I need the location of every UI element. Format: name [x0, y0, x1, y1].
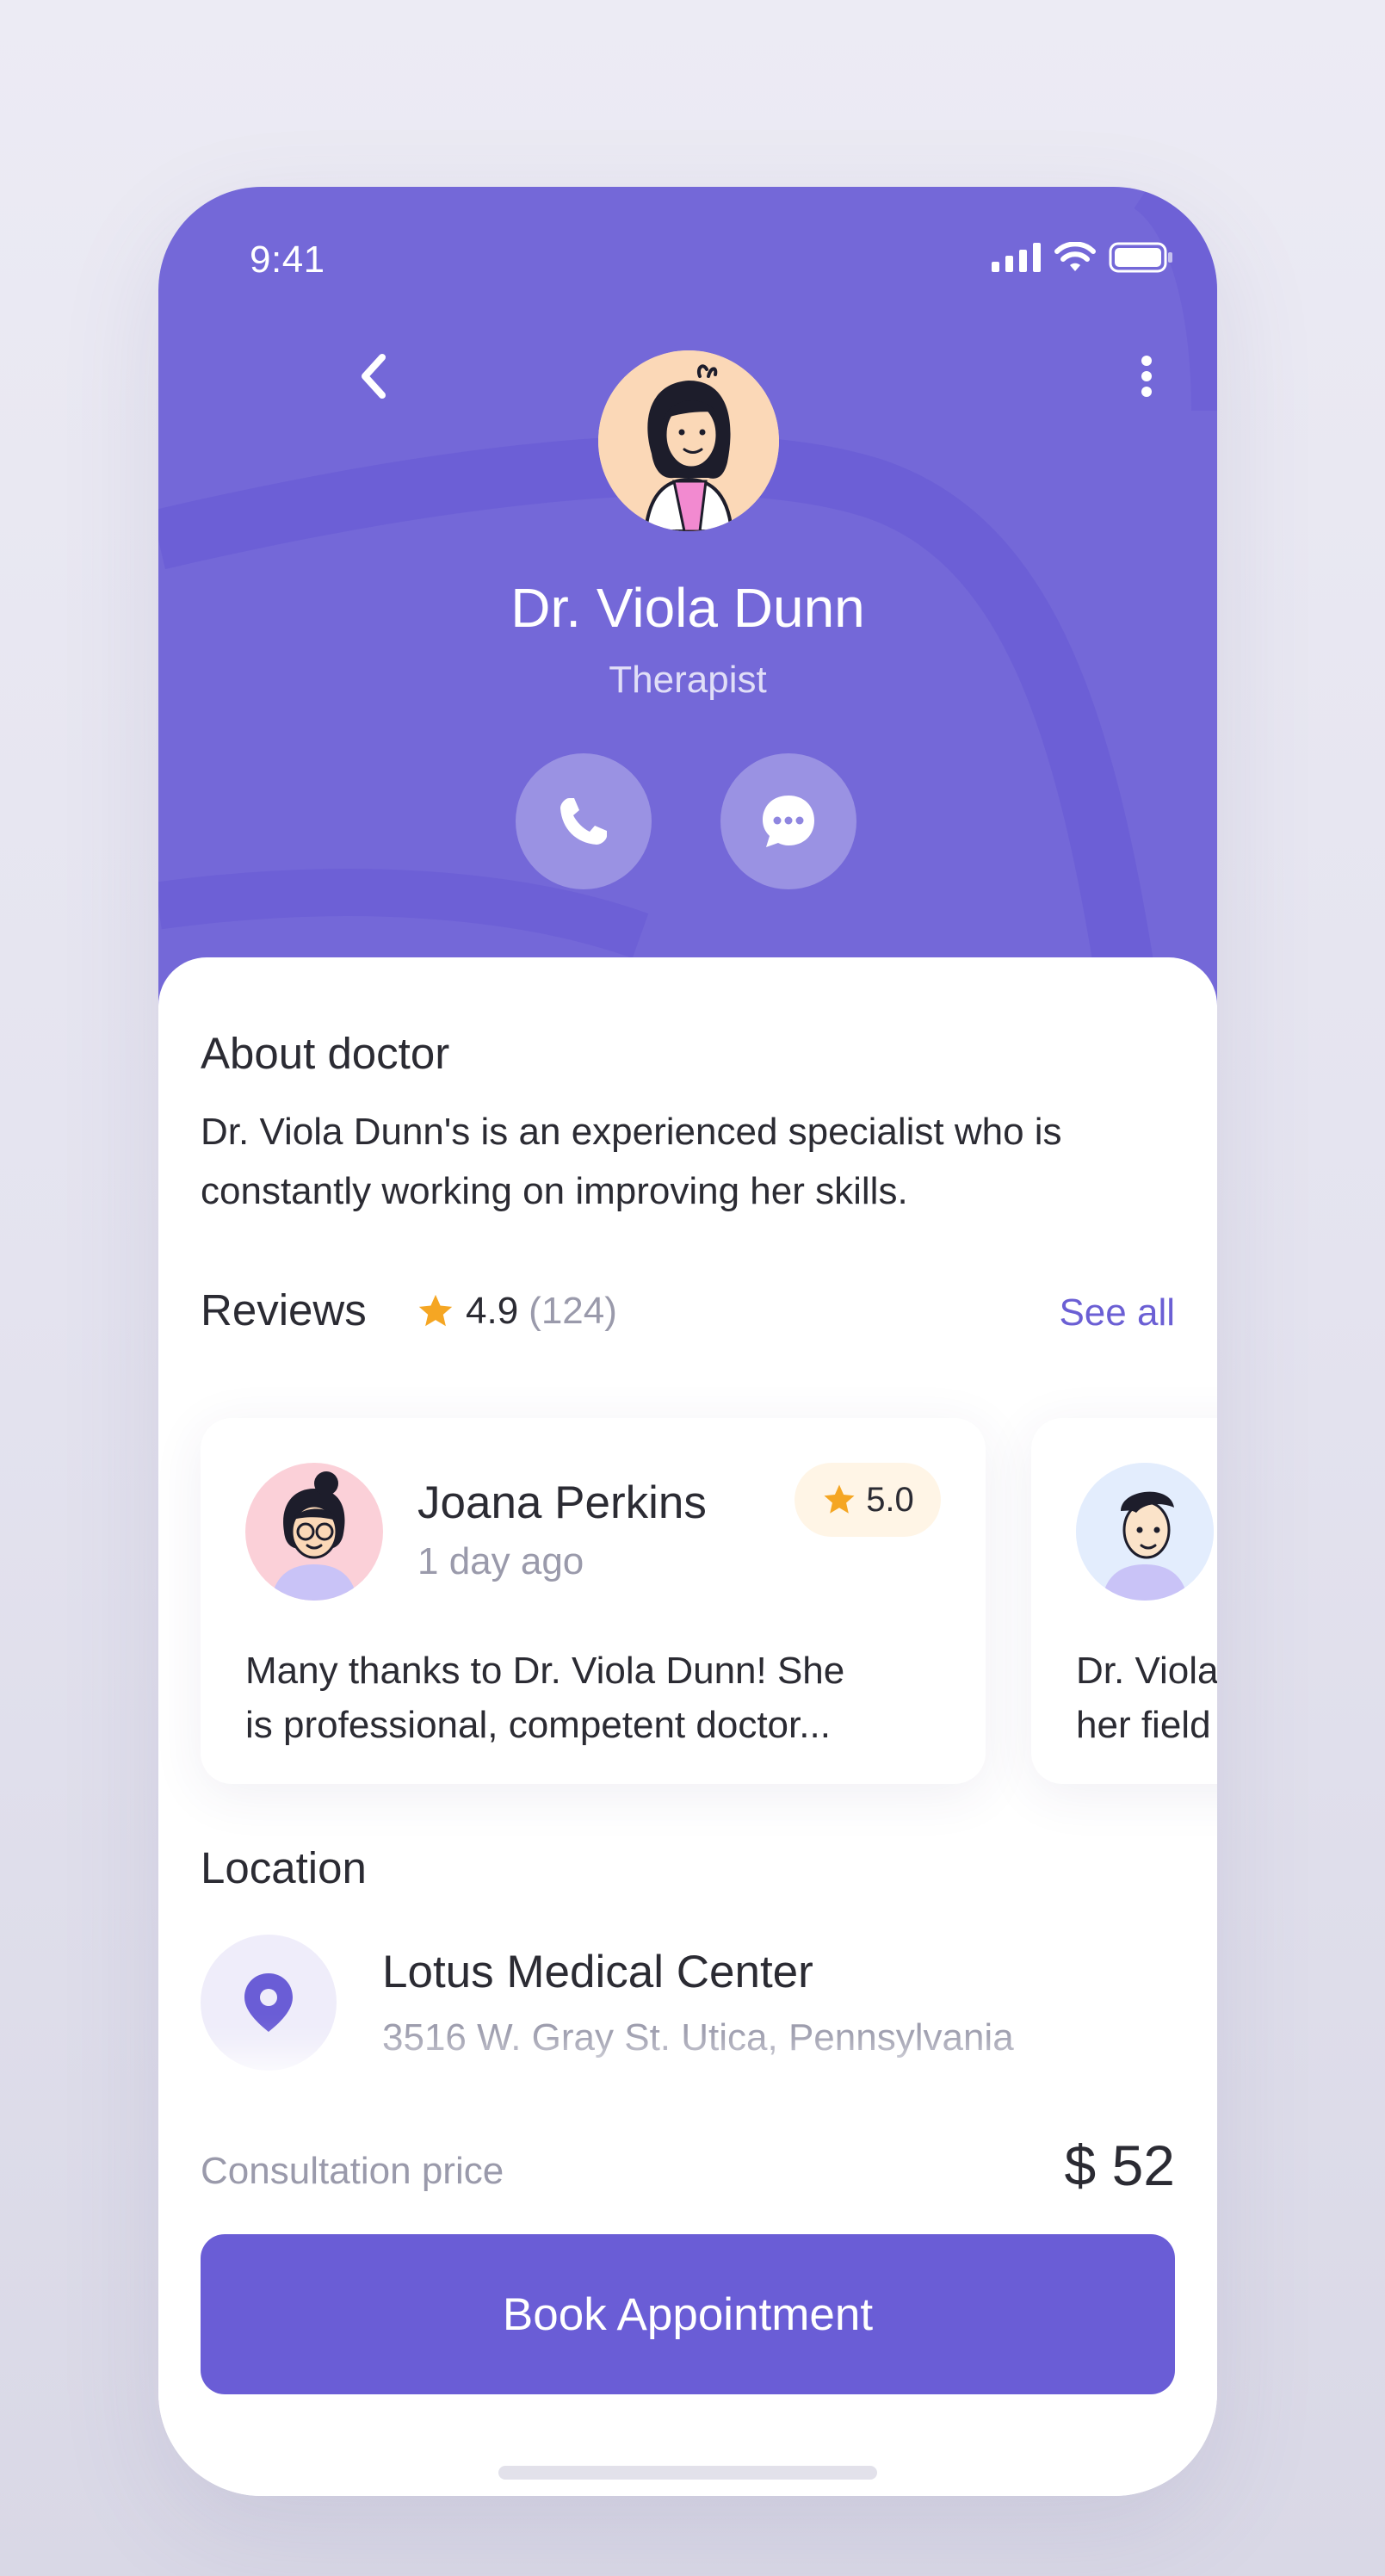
chevron-left-icon — [362, 354, 386, 399]
chat-button[interactable] — [720, 753, 856, 889]
wifi-icon — [1054, 242, 1096, 271]
review-rating-badge: 5.0 — [795, 1463, 941, 1537]
location-pin-icon — [244, 1973, 293, 2032]
doctor-role: Therapist — [609, 659, 767, 701]
signal-icon — [992, 243, 1041, 272]
reviews-title: Reviews — [201, 1285, 367, 1334]
status-icons — [992, 242, 1174, 273]
home-indicator[interactable] — [498, 2466, 877, 2480]
about-text-line-2: constantly working on improving her skil… — [201, 1170, 908, 1212]
phone-screen: 9:41 Dr. Viola Dunn Therapist About doct… — [158, 187, 1217, 2496]
location-address: 3516 W. Gray St. Utica, Pennsylvania — [382, 2016, 1014, 2059]
review-text-line-1: Many thanks to Dr. Viola Dunn! She — [245, 1650, 845, 1692]
review-text: Dr. Viola her field — [1076, 1644, 1217, 1752]
more-vertical-icon — [1141, 356, 1152, 397]
review-card[interactable]: Dr. Viola her field — [1031, 1418, 1217, 1784]
about-text-line-1: Dr. Viola Dunn's is an experienced speci… — [201, 1111, 1062, 1153]
booking-panel: Consultation price $ 52 Book Appointment — [158, 2074, 1217, 2496]
review-text-line-1: Dr. Viola — [1076, 1650, 1217, 1692]
reviewer-avatar — [245, 1463, 383, 1601]
review-rating-value: 5.0 — [866, 1480, 914, 1519]
about-title: About doctor — [201, 1029, 450, 1078]
review-text: Many thanks to Dr. Viola Dunn! She is pr… — [245, 1644, 951, 1752]
review-text-line-2: is professional, competent doctor... — [245, 1704, 831, 1746]
doctor-illustration — [598, 350, 779, 531]
back-button[interactable] — [339, 342, 408, 411]
star-icon — [418, 1294, 453, 1327]
about-text: Dr. Viola Dunn's is an experienced speci… — [201, 1102, 1182, 1221]
profile-header: 9:41 Dr. Viola Dunn Therapist — [158, 187, 1217, 1013]
review-card[interactable]: Joana Perkins 1 day ago 5.0 Many thanks … — [201, 1418, 986, 1784]
price-label: Consultation price — [201, 2150, 504, 2192]
reviews-rating: 4.9 (124) — [416, 1290, 617, 1333]
see-all-link[interactable]: See all — [1059, 1291, 1175, 1334]
reviewer-illustration — [245, 1463, 383, 1601]
review-time: 1 day ago — [417, 1540, 584, 1582]
menu-button[interactable] — [1112, 342, 1181, 411]
reviewer-name: Joana Perkins — [417, 1477, 707, 1528]
reviewer-illustration — [1076, 1463, 1214, 1601]
doctor-name: Dr. Viola Dunn — [510, 577, 865, 639]
price-value: $ 52 — [1064, 2133, 1175, 2197]
reviews-header: Reviews 4.9 (124) See all — [201, 1285, 1175, 1345]
chat-bubble-icon — [763, 796, 814, 847]
reviews-count: (124) — [529, 1290, 617, 1332]
status-bar: 9:41 — [158, 230, 1217, 299]
book-appointment-button[interactable]: Book Appointment — [201, 2234, 1175, 2394]
doctor-avatar — [598, 350, 779, 531]
phone-icon — [560, 798, 607, 845]
call-button[interactable] — [516, 753, 652, 889]
location-title: Location — [201, 1843, 367, 1892]
location-pin-button[interactable] — [201, 1935, 337, 2071]
reviews-rating-value: 4.9 — [466, 1290, 519, 1332]
location-name: Lotus Medical Center — [382, 1947, 813, 1997]
star-icon — [824, 1484, 855, 1514]
reviewer-avatar — [1076, 1463, 1214, 1601]
review-text-line-2: her field — [1076, 1704, 1211, 1746]
battery-icon — [1109, 242, 1172, 273]
status-time: 9:41 — [250, 238, 325, 281]
